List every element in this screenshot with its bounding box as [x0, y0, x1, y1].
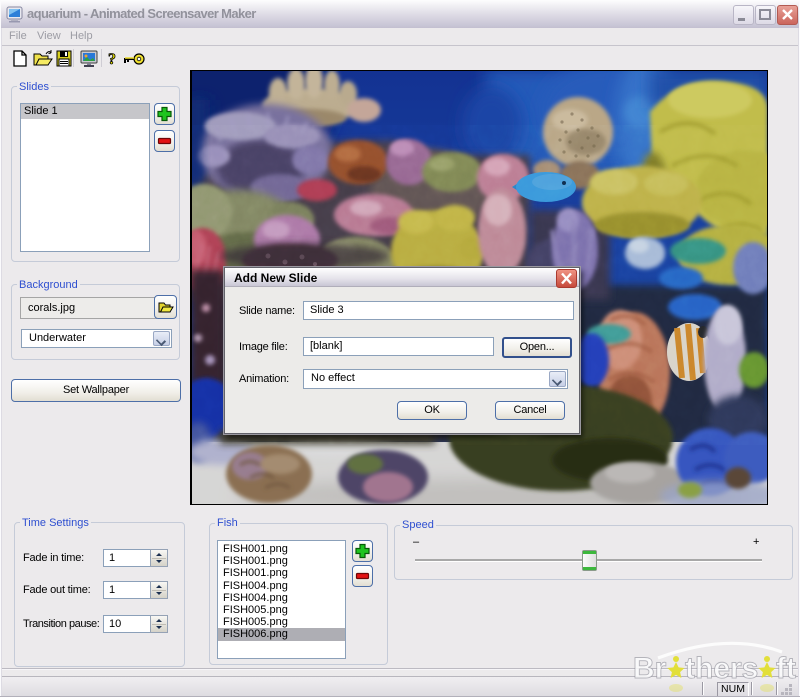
- svg-text:ft: ft: [776, 652, 796, 685]
- svg-text:?: ?: [108, 51, 116, 68]
- svg-text:thers: thers: [685, 652, 758, 685]
- svg-text:Br: Br: [633, 652, 667, 685]
